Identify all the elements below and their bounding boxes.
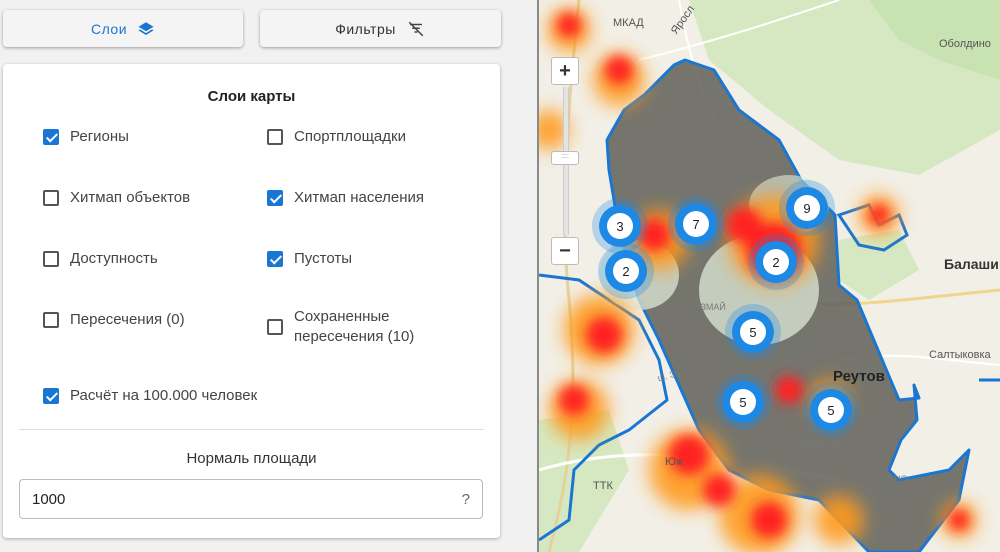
cluster-count: 2 — [613, 258, 639, 284]
sidebar-panel: Слои Фильтры Слои карты Регионы Спортпло… — [0, 0, 508, 552]
zoom-in-button[interactable]: + — [551, 57, 579, 85]
checkbox-sport-grounds[interactable] — [267, 129, 283, 145]
option-regions-label: Регионы — [70, 128, 129, 145]
cluster-count: 7 — [683, 211, 709, 237]
cluster-count: 5 — [740, 319, 766, 345]
cluster-core: 2 — [755, 241, 797, 283]
map-label-yuzh: Юж — [665, 456, 684, 468]
cluster-core: 7 — [675, 203, 717, 245]
map-view[interactable]: + :::: − МКАД Яросл Оболдино Балаши Салт… — [539, 0, 1000, 552]
area-norm-input[interactable]: 1000 ? — [19, 479, 483, 519]
cluster-marker[interactable]: 2 — [748, 234, 804, 290]
map-label-saltykovka: Салтыковка — [929, 349, 991, 361]
option-voids-label: Пустоты — [294, 250, 352, 267]
checkbox-per-100k[interactable] — [43, 388, 59, 404]
cluster-core: 3 — [599, 205, 641, 247]
checkbox-population-heatmap[interactable] — [267, 190, 283, 206]
option-accessibility-label: Доступность — [70, 250, 158, 267]
tab-layers[interactable]: Слои — [3, 10, 243, 47]
map-label-reutov: Реутов — [833, 368, 885, 385]
cluster-core: 5 — [732, 311, 774, 353]
cluster-core: 9 — [786, 187, 828, 229]
checkbox-accessibility[interactable] — [43, 251, 59, 267]
cluster-core: 5 — [810, 389, 852, 431]
checkbox-intersections[interactable] — [43, 312, 59, 328]
cluster-count: 5 — [730, 389, 756, 415]
tab-filters-label: Фильтры — [335, 20, 396, 37]
map-label-veshnyaki: ВЕШНЯКИ — [801, 440, 846, 450]
cluster-count: 9 — [794, 195, 820, 221]
cluster-count: 5 — [818, 397, 844, 423]
cluster-marker[interactable]: 5 — [803, 382, 859, 438]
zoom-out-button[interactable]: − — [551, 237, 579, 265]
option-objects-heatmap-label: Хитмап объектов — [70, 189, 191, 206]
cluster-marker[interactable]: 5 — [715, 374, 771, 430]
checkbox-saved-intersections[interactable] — [267, 319, 283, 335]
map-label-izmai: ИЗМАЙ — [694, 302, 726, 312]
area-norm-label: Нормаль площади — [186, 450, 317, 467]
cluster-core: 2 — [605, 250, 647, 292]
tab-layers-label: Слои — [90, 20, 128, 37]
checkbox-voids[interactable] — [267, 251, 283, 267]
map-label-ukhtomsky: УХТОМСКИЙ — [861, 484, 917, 494]
cluster-count: 3 — [607, 213, 633, 239]
option-objects-heatmap[interactable]: Хитмап объектов — [43, 188, 190, 208]
area-norm-value: 1000 — [32, 490, 66, 508]
map-label-kosino: КОСИНО- — [869, 474, 911, 484]
cluster-marker[interactable]: 5 — [725, 304, 781, 360]
option-intersections[interactable]: Пересечения (0) — [43, 310, 185, 330]
option-per-100k-label: Расчёт на 100.000 человек — [70, 387, 258, 404]
checkbox-regions[interactable] — [43, 129, 59, 145]
cluster-marker[interactable]: 7 — [668, 196, 724, 252]
layers-card: Слои карты Регионы Спортплощадки Хитмап … — [3, 64, 500, 538]
cluster-count: 2 — [763, 249, 789, 275]
splitter[interactable] — [508, 0, 538, 552]
tab-filters[interactable]: Фильтры — [260, 10, 501, 47]
divider — [19, 429, 484, 430]
layers-icon — [138, 21, 154, 35]
option-population-heatmap[interactable]: Хитмап населения — [267, 188, 424, 208]
option-population-heatmap-label: Хитмап населения — [294, 189, 425, 206]
option-intersections-label: Пересечения (0) — [70, 311, 185, 328]
cluster-marker[interactable]: 2 — [598, 243, 654, 299]
option-sport-grounds-label: Спортплощадки — [294, 128, 406, 145]
option-saved-intersections[interactable]: Сохраненные пересечения (10) — [267, 307, 437, 347]
option-regions[interactable]: Регионы — [43, 127, 129, 147]
cluster-marker[interactable]: 9 — [779, 180, 835, 236]
option-sport-grounds[interactable]: Спортплощадки — [267, 127, 406, 147]
option-saved-intersections-label: Сохраненные пересечения (10) — [294, 308, 415, 345]
layers-title: Слои карты — [207, 88, 296, 105]
option-accessibility[interactable]: Доступность — [43, 249, 158, 269]
help-icon[interactable]: ? — [462, 491, 470, 508]
filter-off-icon — [408, 21, 424, 36]
map-label-mkad: МКАД — [613, 17, 644, 29]
map-label-balashikha: Балаши — [944, 256, 999, 272]
cluster-core: 5 — [722, 381, 764, 423]
option-voids[interactable]: Пустоты — [267, 249, 352, 269]
zoom-slider-handle[interactable]: :::: — [551, 151, 579, 165]
map-label-obolodino: Оболдино — [939, 38, 991, 50]
option-per-100k[interactable]: Расчёт на 100.000 человек — [43, 386, 257, 406]
checkbox-objects-heatmap[interactable] — [43, 190, 59, 206]
map-label-ttk: ТТК — [593, 480, 613, 492]
